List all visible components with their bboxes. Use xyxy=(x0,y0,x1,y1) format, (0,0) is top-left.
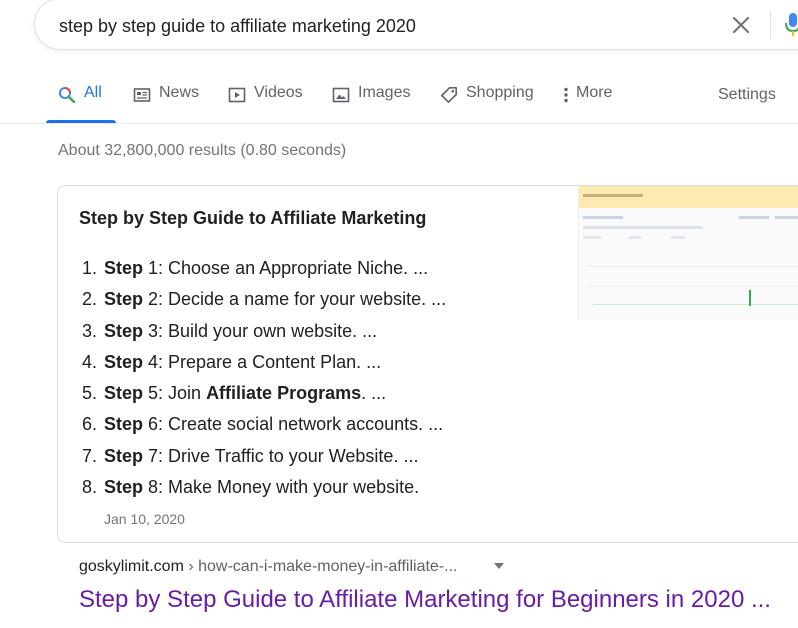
search-bar-divider xyxy=(770,11,771,39)
thumbnail-gridline xyxy=(589,266,798,267)
step-number: 1. xyxy=(82,258,98,278)
step-text: 8: Make Money with your website. xyxy=(143,477,420,498)
step-text: 6: Create social network accounts. ... xyxy=(143,414,444,435)
tab-more[interactable]: More xyxy=(562,84,612,124)
tab-label: More xyxy=(576,84,613,101)
tab-all[interactable]: All xyxy=(58,84,102,124)
result-path: › how-can-i-make-money-in-affiliate-... xyxy=(183,558,458,575)
thumbnail-text-bar xyxy=(629,236,641,239)
snippet-step: 8. Step 8: Make Money with your website. xyxy=(82,472,446,503)
more-vert-icon xyxy=(564,87,568,103)
search-input[interactable] xyxy=(59,13,679,39)
thumbnail-text-bar xyxy=(671,236,685,239)
thumbnail-gridline xyxy=(589,286,798,287)
tabs-divider xyxy=(0,123,798,124)
clear-search-button[interactable] xyxy=(728,12,754,38)
tab-news[interactable]: News xyxy=(133,84,199,124)
featured-snippet: Step by Step Guide to Affiliate Marketin… xyxy=(57,185,798,543)
step-text: 1: Choose an Appropriate Niche. ... xyxy=(143,258,429,278)
step-number: 7. xyxy=(82,445,98,466)
step-text: 5: Join xyxy=(143,383,207,404)
step-keyword: Step xyxy=(104,477,144,498)
step-keyword: Step xyxy=(104,414,144,435)
settings-label: Settings xyxy=(718,86,776,103)
step-keyword: Affiliate Programs xyxy=(206,383,362,404)
step-number: 3. xyxy=(82,320,98,341)
search-bar xyxy=(34,0,798,50)
step-keyword: Step xyxy=(104,258,144,278)
search-icon xyxy=(59,87,76,104)
snippet-step: 6. Step 6: Create social network accounts… xyxy=(82,409,446,440)
news-icon xyxy=(133,88,151,102)
step-number: 4. xyxy=(82,351,98,372)
tag-icon xyxy=(441,87,457,103)
settings-link[interactable]: Settings xyxy=(718,86,776,126)
tab-label: Videos xyxy=(254,84,303,101)
step-keyword: Step xyxy=(104,320,144,341)
step-keyword: Step xyxy=(104,351,144,372)
step-number: 2. xyxy=(82,289,98,310)
tab-label: News xyxy=(159,84,200,101)
tab-videos[interactable]: Videos xyxy=(228,84,303,124)
result-site: goskylimit.com xyxy=(79,558,184,575)
result-url: goskylimit.com › how-can-i-make-money-in… xyxy=(79,558,457,576)
thumbnail-text-bar xyxy=(583,216,623,219)
thumbnail-chart-line xyxy=(593,304,798,305)
step-text: 4: Prepare a Content Plan. ... xyxy=(143,351,382,372)
thumbnail-text-bar xyxy=(739,216,769,219)
tab-label: All xyxy=(84,84,102,101)
tab-label: Shopping xyxy=(466,84,534,101)
snippet-steps-list: 1. Step 1: Choose an Appropriate Niche. .… xyxy=(82,253,446,503)
snippet-step: 7. Step 7: Drive Traffic to your Website.… xyxy=(82,441,446,472)
thumbnail-header xyxy=(579,186,798,208)
result-title-link[interactable]: Step by Step Guide to Affiliate Marketin… xyxy=(79,586,771,614)
snippet-step: 5. Step 5: Join Affiliate Programs. ... xyxy=(82,378,446,409)
chevron-down-icon[interactable] xyxy=(494,563,504,569)
step-text: 3: Build your own website. ... xyxy=(143,320,378,341)
thumbnail-text-bar xyxy=(583,226,703,229)
tab-shopping[interactable]: Shopping xyxy=(440,84,534,124)
thumbnail-text-bar xyxy=(583,236,601,239)
step-number: 8. xyxy=(82,477,98,498)
step-text: 2: Decide a name for your website. ... xyxy=(143,289,447,310)
search-tabs: All News Videos Images Shopping More Set… xyxy=(0,84,798,124)
tab-label: Images xyxy=(358,84,411,101)
video-icon xyxy=(228,87,246,103)
snippet-step: 3. Step 3: Build your own website. ... xyxy=(82,316,446,347)
thumbnail-chart-spike xyxy=(749,290,751,306)
snippet-step: 1. Step 1: Choose an Appropriate Niche. .… xyxy=(82,253,446,284)
thumbnail-text-bar xyxy=(583,194,643,197)
step-keyword: Step xyxy=(104,383,144,404)
step-keyword: Step xyxy=(104,445,144,466)
close-icon xyxy=(732,16,750,34)
snippet-thumbnail[interactable] xyxy=(578,186,798,320)
step-number: 5. xyxy=(82,383,98,404)
snippet-date: Jan 10, 2020 xyxy=(104,511,185,527)
tab-images[interactable]: Images xyxy=(332,84,410,124)
snippet-title: Step by Step Guide to Affiliate Marketin… xyxy=(79,208,427,228)
step-text: . ... xyxy=(361,383,387,404)
snippet-step: 4. Step 4: Prepare a Content Plan. ... xyxy=(82,347,446,378)
step-text: 7: Drive Traffic to your Website. ... xyxy=(143,445,419,466)
step-keyword: Step xyxy=(104,289,144,310)
result-stats: About 32,800,000 results (0.80 seconds) xyxy=(58,142,347,159)
image-icon xyxy=(332,87,350,103)
snippet-step: 2. Step 2: Decide a name for your website… xyxy=(82,284,446,315)
microphone-icon[interactable] xyxy=(783,11,798,39)
step-number: 6. xyxy=(82,414,98,435)
thumbnail-text-bar xyxy=(775,216,798,219)
